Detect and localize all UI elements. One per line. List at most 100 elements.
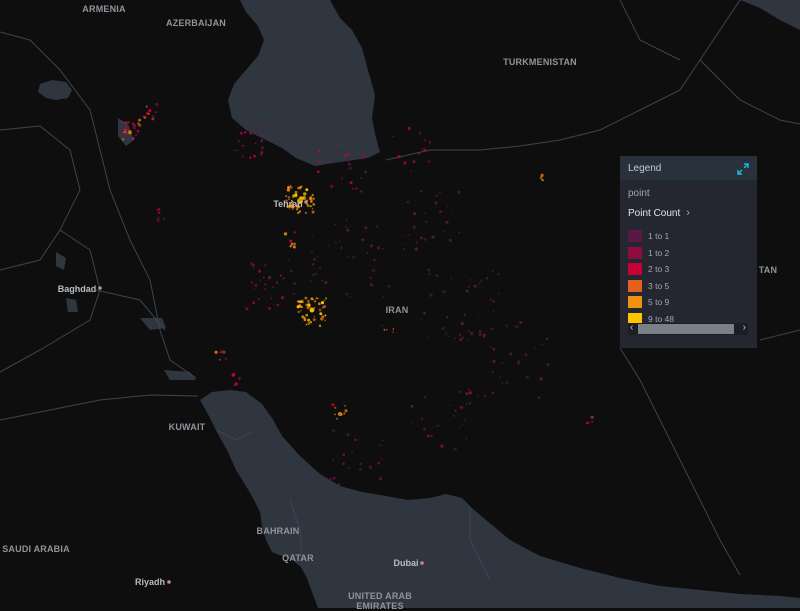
legend-bin: 3 to 5 [628, 278, 749, 295]
density-point [323, 299, 326, 302]
density-point [492, 299, 496, 303]
density-point [347, 255, 349, 257]
density-point [438, 191, 442, 194]
density-point [301, 299, 304, 302]
density-point [301, 315, 305, 319]
density-point [334, 413, 336, 416]
density-point [546, 362, 550, 367]
density-point [257, 269, 262, 273]
density-point [402, 234, 404, 237]
density-point [249, 156, 252, 159]
density-point [318, 266, 322, 269]
density-point [453, 447, 457, 451]
chevron-right-icon[interactable]: › [743, 322, 746, 333]
density-point [259, 279, 262, 282]
density-point [346, 228, 350, 232]
density-point [285, 194, 288, 198]
density-point [376, 246, 380, 250]
density-point [427, 336, 430, 339]
density-point [319, 312, 323, 316]
density-point [311, 262, 315, 266]
scrollbar-thumb[interactable] [638, 324, 734, 334]
density-point [124, 130, 127, 133]
legend-bin: 1 to 1 [628, 228, 749, 245]
density-point [132, 137, 135, 140]
density-point [489, 298, 492, 301]
density-point [254, 284, 258, 287]
density-point [269, 275, 272, 277]
density-point [445, 316, 449, 319]
density-point [397, 154, 401, 159]
density-point [450, 211, 453, 214]
legend-panel: Legend point Point Count › 1 to 1 1 to 2 2… [620, 156, 757, 348]
density-point [331, 403, 335, 407]
density-point [323, 305, 326, 308]
density-point [458, 426, 461, 428]
density-point [318, 324, 322, 327]
density-point [444, 332, 448, 335]
density-point [458, 333, 461, 336]
collapse-arrows-icon[interactable] [737, 162, 749, 175]
density-point [289, 185, 292, 187]
density-point [241, 145, 243, 147]
density-point [457, 190, 461, 194]
density-point [256, 133, 259, 136]
chevron-right-icon[interactable]: › [686, 207, 690, 219]
country-label-uae-2: EMIRATES [356, 601, 404, 611]
density-point [496, 272, 500, 276]
legend-header[interactable]: Legend [620, 156, 757, 180]
density-point [468, 402, 472, 405]
country-label-turkmenistan: TURKMENISTAN [503, 57, 577, 67]
country-label-qatar: QATAR [282, 553, 314, 563]
density-point [298, 210, 302, 213]
density-point [347, 162, 351, 166]
density-point [402, 248, 405, 251]
density-point [313, 300, 317, 303]
density-point [253, 263, 256, 266]
density-point [317, 302, 321, 306]
legend-scrollbar[interactable]: ‹ › [628, 322, 748, 335]
density-point [296, 305, 300, 309]
density-point [420, 148, 423, 150]
density-point [428, 141, 431, 144]
density-point [459, 405, 463, 409]
density-point [382, 439, 385, 442]
density-point [476, 349, 478, 351]
density-point [458, 231, 461, 234]
country-label-kuwait: KUWAIT [168, 422, 206, 432]
density-point [492, 347, 496, 351]
density-point [343, 412, 346, 415]
density-point [449, 404, 452, 407]
density-point [537, 396, 541, 400]
density-point [541, 178, 544, 182]
density-point [427, 160, 431, 163]
legend-field[interactable]: Point Count › [620, 202, 757, 220]
density-point [490, 345, 493, 348]
density-point [310, 201, 312, 203]
chevron-left-icon[interactable]: ‹ [630, 322, 633, 333]
density-point [154, 110, 157, 114]
density-point [272, 286, 275, 289]
density-point [297, 310, 301, 314]
density-point [459, 390, 462, 394]
density-point [588, 421, 591, 424]
density-point [492, 310, 495, 313]
density-point [327, 240, 329, 242]
density-point [505, 324, 509, 327]
density-point [442, 290, 446, 294]
density-point [545, 337, 549, 341]
density-point [232, 372, 236, 377]
density-point [304, 296, 308, 300]
density-point [412, 160, 416, 164]
legend-bin-label: 1 to 2 [648, 247, 670, 258]
density-point [214, 350, 218, 354]
density-point [334, 406, 337, 409]
density-point [383, 329, 386, 331]
density-point [261, 128, 265, 132]
density-point [243, 131, 247, 134]
density-point [364, 170, 367, 174]
density-point [343, 153, 347, 158]
density-point [132, 126, 136, 130]
density-point [345, 410, 347, 412]
density-point [418, 152, 421, 155]
